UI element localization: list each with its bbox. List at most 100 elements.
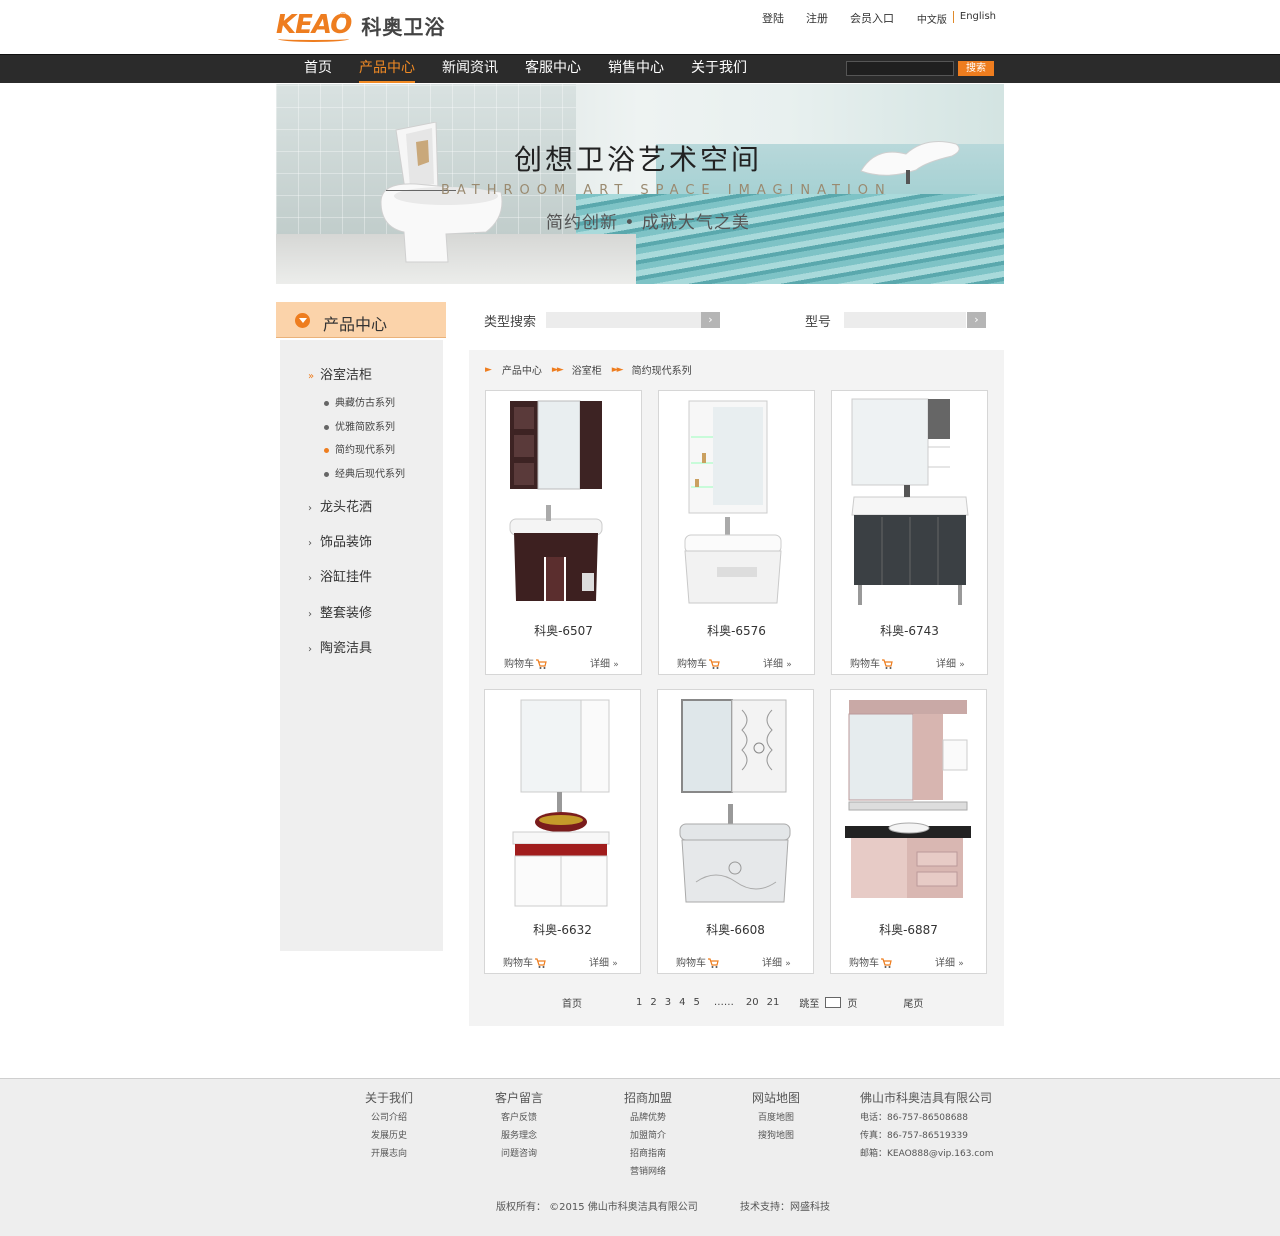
- sidebar-item-bathtub[interactable]: › 浴缸挂件: [308, 566, 372, 585]
- sidebar-item-renovation[interactable]: › 整套装修: [308, 602, 372, 621]
- sidebar: » 浴室洁柜 典藏仿古系列 优雅简欧系列 简约现代系列 经典后现代系列 › 龙头花洒…: [280, 340, 443, 951]
- product-name[interactable]: 科奥-6743: [832, 622, 987, 639]
- product-name[interactable]: 科奥-6507: [486, 622, 641, 639]
- bullet-icon: [324, 447, 329, 453]
- add-to-cart-button[interactable]: 购物车: [850, 655, 893, 670]
- pager-last[interactable]: 尾页: [903, 995, 923, 1010]
- product-name[interactable]: 科奥-6576: [659, 622, 814, 639]
- footer-link[interactable]: 客户反馈: [495, 1109, 543, 1127]
- sidebar-item-ceramic[interactable]: › 陶瓷洁具: [308, 637, 372, 656]
- add-to-cart-button[interactable]: 购物车: [676, 954, 719, 969]
- logo[interactable]: KEAO ® 科奥卫浴: [276, 10, 445, 42]
- pager-page-5[interactable]: 5: [694, 997, 700, 1008]
- footer-link[interactable]: 公司介绍: [364, 1109, 414, 1127]
- footer-link[interactable]: 营销网络: [624, 1163, 672, 1181]
- nav-home[interactable]: 首页: [304, 55, 332, 84]
- detail-link[interactable]: 详细 »: [936, 655, 965, 670]
- sidebar-sub-modern[interactable]: 简约现代系列: [324, 441, 395, 456]
- product-card[interactable]: 科奥-6507 购物车 详细 »: [485, 390, 642, 675]
- footer-link[interactable]: 服务理念: [495, 1127, 543, 1145]
- footer-col-title[interactable]: 网站地图: [752, 1089, 800, 1106]
- add-to-cart-button[interactable]: 购物车: [677, 655, 720, 670]
- register-link[interactable]: 注册: [806, 10, 828, 26]
- detail-link[interactable]: 详细 »: [763, 655, 792, 670]
- nav-about[interactable]: 关于我们: [691, 55, 747, 84]
- product-card[interactable]: 科奥-6887 购物车 详细 »: [830, 689, 987, 974]
- copyright: 版权所有： ©2015 佛山市科奥洁具有限公司: [496, 1202, 698, 1213]
- lang-english-link[interactable]: English: [960, 11, 996, 26]
- breadcrumb-products[interactable]: 产品中心: [502, 362, 542, 377]
- footer-col-title[interactable]: 关于我们: [364, 1089, 414, 1106]
- breadcrumb-modern[interactable]: 简约现代系列: [632, 362, 692, 377]
- pager-page-unit: 页: [847, 999, 858, 1010]
- sidebar-item-accessories[interactable]: › 饰品装饰: [308, 531, 372, 550]
- footer-link[interactable]: 问题咨询: [495, 1145, 543, 1163]
- footer-fax: 传真：86-757-86519339: [860, 1131, 968, 1141]
- detail-link[interactable]: 详细 »: [762, 954, 791, 969]
- footer-link[interactable]: 百度地图: [752, 1109, 800, 1127]
- footer-link[interactable]: 招商指南: [624, 1145, 672, 1163]
- add-to-cart-button[interactable]: 购物车: [849, 954, 892, 969]
- type-search-go-button[interactable]: ›: [701, 312, 720, 328]
- footer-col-title[interactable]: 招商加盟: [624, 1089, 672, 1106]
- nav-sales[interactable]: 销售中心: [608, 55, 664, 84]
- model-input[interactable]: [844, 312, 966, 328]
- add-to-cart-button[interactable]: 购物车: [503, 954, 546, 969]
- sidebar-sub-european[interactable]: 优雅简欧系列: [324, 418, 395, 433]
- product-image[interactable]: [669, 397, 804, 612]
- product-card[interactable]: 科奥-6608 购物车 详细 »: [657, 689, 814, 974]
- footer-link[interactable]: 加盟简介: [624, 1127, 672, 1145]
- login-link[interactable]: 登陆: [762, 10, 784, 26]
- product-card[interactable]: 科奥-6632 购物车 详细 »: [484, 689, 641, 974]
- product-card[interactable]: 科奥-6576 购物车 详细 »: [658, 390, 815, 675]
- product-image[interactable]: [495, 696, 630, 911]
- pager-page-3[interactable]: 3: [665, 997, 671, 1008]
- nav-service[interactable]: 客服中心: [525, 55, 581, 84]
- product-card[interactable]: 科奥-6743 购物车 详细 »: [831, 390, 988, 675]
- type-search-input[interactable]: [546, 312, 701, 328]
- nav-search-button[interactable]: 搜索: [958, 61, 994, 76]
- footer-link[interactable]: 发展历史: [364, 1127, 414, 1145]
- product-name[interactable]: 科奥-6608: [658, 921, 813, 938]
- cart-icon: [708, 958, 719, 968]
- sidebar-item-faucet[interactable]: › 龙头花洒: [308, 496, 372, 515]
- chevron-right-icon: ›: [308, 538, 312, 549]
- product-image[interactable]: [496, 397, 631, 612]
- detail-link[interactable]: 详细 »: [590, 655, 619, 670]
- model-go-button[interactable]: ›: [967, 312, 986, 328]
- pager-page-20[interactable]: 20: [746, 997, 759, 1008]
- sidebar-sub-postmodern[interactable]: 经典后现代系列: [324, 465, 405, 480]
- language-switch: 中文版 English: [917, 11, 996, 26]
- sidebar-item-cabinet[interactable]: » 浴室洁柜: [308, 364, 372, 383]
- banner-subtitle: 简约创新 • 成就大气之美: [546, 213, 750, 233]
- pager-page-2[interactable]: 2: [650, 997, 656, 1008]
- product-image[interactable]: [842, 397, 977, 612]
- pager-ellipsis: ……: [713, 997, 734, 1008]
- footer-email[interactable]: 邮箱：KEAO888@vip.163.com: [860, 1145, 994, 1163]
- product-image[interactable]: [668, 696, 803, 911]
- product-image[interactable]: [841, 696, 976, 911]
- nav-news[interactable]: 新闻资讯: [442, 55, 498, 84]
- detail-link[interactable]: 详细 »: [935, 954, 964, 969]
- pager-first[interactable]: 首页: [562, 995, 582, 1010]
- footer-col-title[interactable]: 客户留言: [495, 1089, 543, 1106]
- detail-link[interactable]: 详细 »: [589, 954, 618, 969]
- sidebar-sub-antique[interactable]: 典藏仿古系列: [324, 394, 395, 409]
- pager-page-21[interactable]: 21: [767, 997, 780, 1008]
- breadcrumb-cabinet[interactable]: 浴室柜: [572, 362, 602, 377]
- member-link[interactable]: 会员入口: [850, 10, 894, 26]
- footer-link[interactable]: 开展志向: [364, 1145, 414, 1163]
- add-to-cart-button[interactable]: 购物车: [504, 655, 547, 670]
- footer-link[interactable]: 品牌优势: [624, 1109, 672, 1127]
- sidebar-header: 产品中心: [276, 302, 446, 338]
- lang-chinese-link[interactable]: 中文版: [917, 11, 947, 26]
- nav-products[interactable]: 产品中心: [359, 55, 415, 84]
- footer-link[interactable]: 搜狗地图: [752, 1127, 800, 1145]
- pager-page-4[interactable]: 4: [679, 997, 685, 1008]
- nav-search-input[interactable]: [846, 61, 954, 76]
- product-name[interactable]: 科奥-6632: [485, 921, 640, 938]
- footer-company-info: 佛山市科奥洁具有限公司 电话：86-757-86508688 传真：86-757…: [860, 1089, 994, 1163]
- pager-jump-input[interactable]: [825, 997, 842, 1008]
- pager-page-1[interactable]: 1: [636, 997, 642, 1008]
- product-name[interactable]: 科奥-6887: [831, 921, 986, 938]
